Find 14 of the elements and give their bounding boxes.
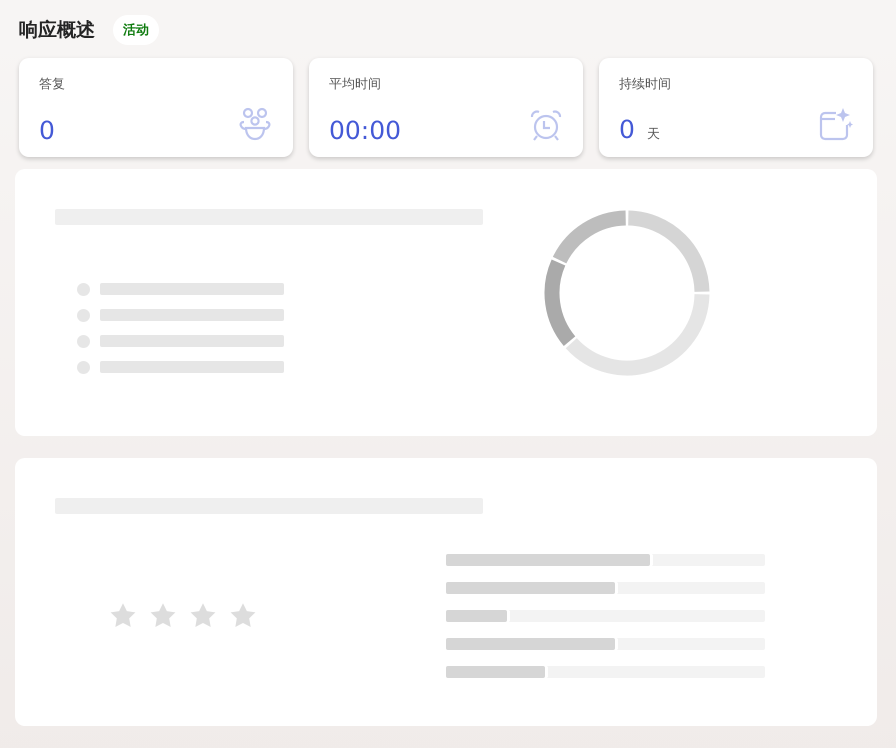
- stat-label: 答复: [39, 76, 66, 94]
- stat-label: 平均时间: [329, 76, 382, 94]
- stat-value: 0: [39, 118, 55, 144]
- stat-value: 00:00: [329, 118, 402, 144]
- page-title: 响应概述: [19, 18, 95, 43]
- stat-unit: 天: [646, 126, 660, 144]
- alarm-clock-icon: [529, 109, 563, 144]
- skeleton-dot: [77, 360, 90, 374]
- skeleton-dot: [77, 308, 90, 322]
- stat-value: 0: [619, 117, 635, 142]
- status-badge: 活动: [113, 14, 159, 45]
- skeleton-dot: [77, 282, 90, 296]
- skeleton-dot: [77, 334, 90, 348]
- stat-label: 持续时间: [619, 76, 672, 94]
